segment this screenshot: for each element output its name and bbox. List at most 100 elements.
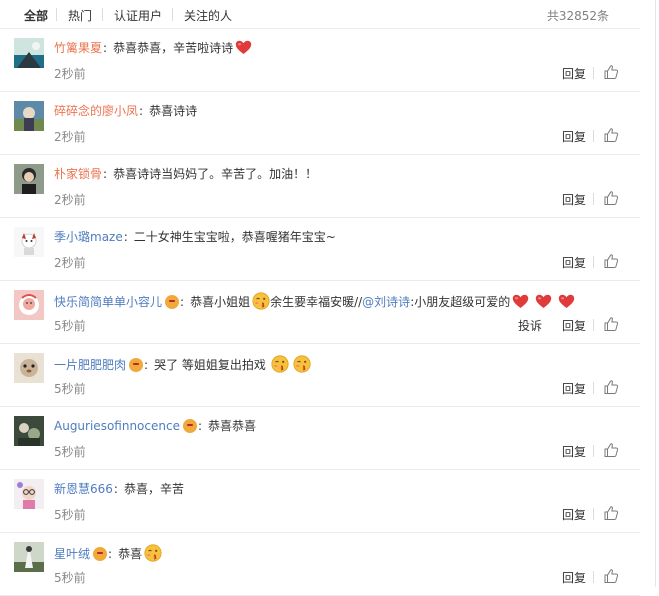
username-link[interactable]: 竹篱果夏 <box>54 41 102 55</box>
heart-icon <box>512 294 529 309</box>
comment-time: 5秒前 <box>54 382 86 396</box>
like-icon[interactable] <box>603 64 619 80</box>
comment-time: 5秒前 <box>54 571 86 585</box>
like-icon[interactable] <box>603 379 619 395</box>
reply-button[interactable]: 回复 <box>562 569 586 586</box>
comment-item: 朴家锁骨: 恭喜诗诗当妈妈了。辛苦了。加油！！ 2秒前 回复 <box>0 154 640 217</box>
comment-time: 5秒前 <box>54 508 86 522</box>
comment-text: 恭喜恭喜 <box>208 419 257 433</box>
like-icon[interactable] <box>603 190 619 206</box>
like-icon[interactable] <box>603 127 619 143</box>
action-divider <box>593 256 594 268</box>
reply-button[interactable]: 回复 <box>562 506 586 523</box>
comment-text: 恭喜诗诗当妈妈了。辛苦了。加油！！ <box>113 167 318 181</box>
colon: : <box>139 104 144 118</box>
comment-content: 朴家锁骨: 恭喜诗诗当妈妈了。辛苦了。加油！！ <box>54 166 317 182</box>
avatar[interactable] <box>14 290 44 320</box>
username-link[interactable]: 快乐简简单单小容儿 <box>54 295 162 309</box>
reply-button[interactable]: 回复 <box>562 191 586 208</box>
username-link[interactable]: 季小璐maze <box>54 230 123 244</box>
action-divider <box>593 382 594 394</box>
username-link[interactable]: 朴家锁骨 <box>54 167 102 181</box>
comment-content: 碎碎念的廖小凤: 恭喜诗诗 <box>54 103 197 119</box>
comment-content: 一片肥肥肥肉: 哭了 等姐姐复出拍戏 <box>54 355 311 371</box>
comment-content: 竹篱果夏: 恭喜恭喜，辛苦啦诗诗 <box>54 40 252 56</box>
comment-item: Auguriesofinnocence: 恭喜恭喜 5秒前 回复 <box>0 406 640 469</box>
comment-text: 恭喜 <box>118 547 143 561</box>
kiss-face-icon <box>252 292 270 310</box>
reply-button[interactable]: 回复 <box>562 254 586 271</box>
action-divider <box>593 319 594 331</box>
like-icon[interactable] <box>603 568 619 584</box>
reply-button[interactable]: 回复 <box>562 443 586 460</box>
username-link[interactable]: 一片肥肥肥肉 <box>54 358 126 372</box>
like-icon[interactable] <box>603 505 619 521</box>
window-edge-divider <box>655 0 656 587</box>
comment-time: 2秒前 <box>54 193 86 207</box>
username-link[interactable]: 新恩慧666 <box>54 482 113 496</box>
avatar[interactable] <box>14 542 44 572</box>
comment-item: 季小璐maze: 二十女神生宝宝啦，恭喜喔猪年宝宝~ 2秒前 回复 <box>0 217 640 280</box>
total-count: 共32852条 <box>546 9 609 23</box>
username-link[interactable]: Auguriesofinnocence <box>54 419 180 433</box>
heart-icon <box>535 294 552 309</box>
mention-link[interactable]: @刘诗诗 <box>362 295 410 309</box>
comment-time: 5秒前 <box>54 319 86 333</box>
colon: : <box>103 167 108 181</box>
comment-item: 竹篱果夏: 恭喜恭喜，辛苦啦诗诗 2秒前 回复 <box>0 28 640 91</box>
action-divider <box>593 508 594 520</box>
vip-badge-icon <box>129 358 144 372</box>
reply-button[interactable]: 回复 <box>562 65 586 82</box>
avatar[interactable] <box>14 164 44 194</box>
tab-all[interactable]: 全部 <box>24 7 48 24</box>
like-icon[interactable] <box>603 442 619 458</box>
action-divider <box>593 130 594 142</box>
comment-item: 星叶绒: 恭喜 5秒前 回复 <box>0 532 640 596</box>
reply-button[interactable]: 回复 <box>562 128 586 145</box>
action-divider <box>593 445 594 457</box>
comment-text: 恭喜恭喜，辛苦啦诗诗 <box>113 41 234 55</box>
colon: : <box>180 295 185 309</box>
avatar[interactable] <box>14 479 44 509</box>
reply-button[interactable]: 回复 <box>562 317 586 334</box>
comment-item: 一片肥肥肥肉: 哭了 等姐姐复出拍戏 5秒前 回复 <box>0 343 640 406</box>
comment-time: 2秒前 <box>54 256 86 270</box>
action-divider <box>593 193 594 205</box>
comment-content: 季小璐maze: 二十女神生宝宝啦，恭喜喔猪年宝宝~ <box>54 229 336 245</box>
comment-item: 新恩慧666: 恭喜，辛苦 5秒前 回复 <box>0 469 640 532</box>
colon: : <box>144 358 149 372</box>
tab-hot[interactable]: 热门 <box>68 7 92 24</box>
comment-text: 余生要幸福安暖// <box>270 295 363 309</box>
like-icon[interactable] <box>603 316 619 332</box>
comment-content: 星叶绒: 恭喜 <box>54 544 162 560</box>
avatar[interactable] <box>14 227 44 257</box>
vip-badge-icon <box>93 547 108 561</box>
colon: : <box>113 482 118 496</box>
tab-divider <box>56 8 57 21</box>
comment-text: 恭喜，辛苦 <box>123 482 184 496</box>
heart-icon <box>235 40 252 55</box>
avatar[interactable] <box>14 416 44 446</box>
comment-time: 5秒前 <box>54 445 86 459</box>
comment-text: 恭喜小姐姐 <box>190 295 251 309</box>
comment-list: 竹篱果夏: 恭喜恭喜，辛苦啦诗诗 2秒前 回复 碎碎念的廖小凤: 恭喜诗诗 2秒前 … <box>0 28 640 596</box>
comment-text: 二十女神生宝宝啦，恭喜喔猪年宝宝~ <box>133 230 336 244</box>
tab-divider <box>172 8 173 21</box>
like-icon[interactable] <box>603 253 619 269</box>
colon: : <box>108 547 113 561</box>
comment-content: 快乐简简单单小容儿: 恭喜小姐姐 余生要幸福安暖//@刘诗诗:小朋友超级可爱的 <box>54 292 575 308</box>
reply-button[interactable]: 回复 <box>562 380 586 397</box>
username-link[interactable]: 碎碎念的廖小凤 <box>54 104 138 118</box>
tab-following[interactable]: 关注的人 <box>184 7 232 24</box>
avatar[interactable] <box>14 38 44 68</box>
avatar[interactable] <box>14 353 44 383</box>
heart-icon <box>558 294 575 309</box>
report-button[interactable]: 投诉 <box>518 317 542 334</box>
avatar[interactable] <box>14 101 44 131</box>
comment-text: 恭喜诗诗 <box>149 104 198 118</box>
comment-time: 2秒前 <box>54 67 86 81</box>
tab-divider <box>102 8 103 21</box>
username-link[interactable]: 星叶绒 <box>54 547 90 561</box>
tab-verified[interactable]: 认证用户 <box>114 7 162 24</box>
action-divider <box>593 67 594 79</box>
